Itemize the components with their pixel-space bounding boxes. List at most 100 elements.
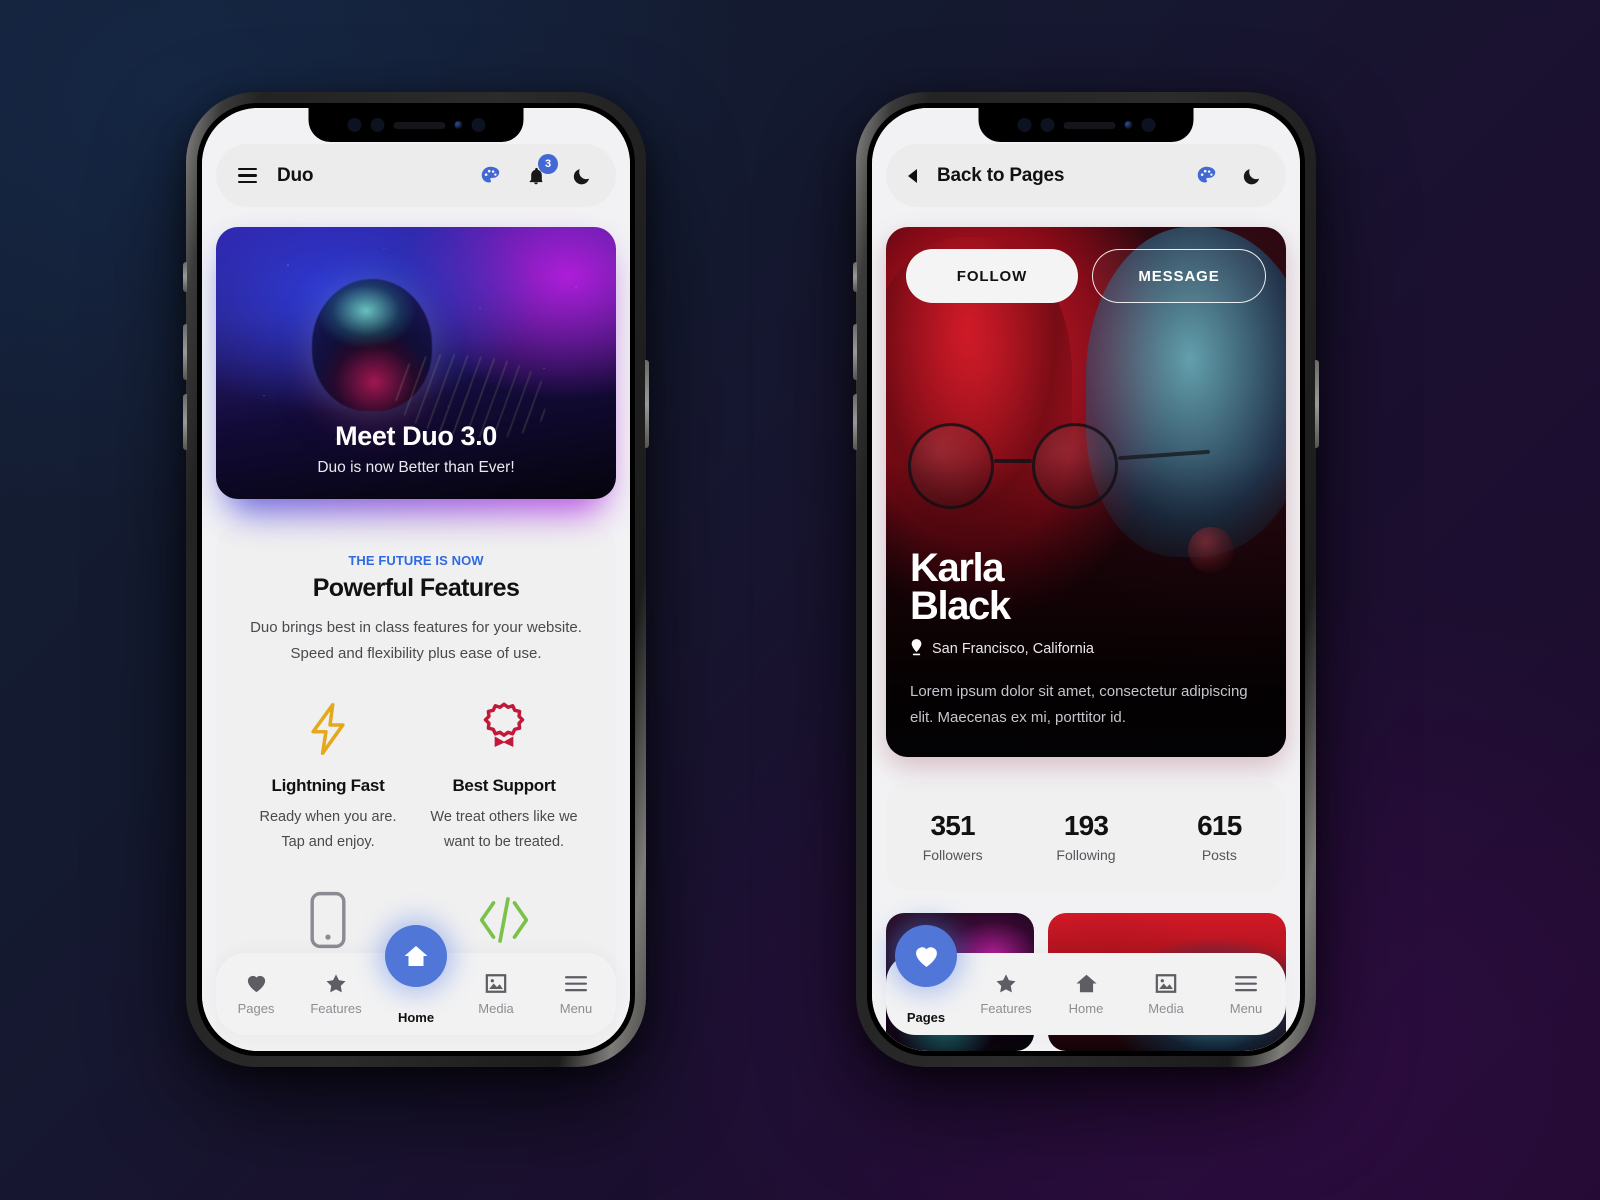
notification-badge: 3 — [538, 153, 558, 174]
award-badge-icon — [424, 698, 584, 760]
nav-item-media[interactable]: Media — [456, 972, 536, 1016]
moon-icon[interactable] — [1240, 164, 1264, 188]
nav-item-pages[interactable]: Pages — [886, 925, 966, 1035]
hero-card-container: Meet Duo 3.0 Duo is now Better than Ever… — [216, 227, 616, 513]
nav-label: Pages — [237, 1001, 275, 1016]
phone-device-left: Duo 3 Meet Duo 3.0 Duo is now Better tha… — [183, 92, 649, 1067]
profile-name-line1: Karla — [910, 545, 1004, 590]
hero-subtitle: Duo is now Better than Ever! — [317, 459, 515, 476]
front-camera-icon — [1124, 121, 1132, 129]
stat-label: Following — [1056, 846, 1116, 863]
message-button[interactable]: MESSAGE — [1092, 249, 1266, 303]
page-title: Duo — [277, 164, 314, 186]
nav-item-features[interactable]: Features — [296, 972, 376, 1016]
hamburger-icon — [565, 972, 587, 994]
nav-item-pages[interactable]: Pages — [216, 972, 296, 1016]
face-id-sensor-icon — [1141, 118, 1155, 132]
proximity-sensor-icon — [1017, 118, 1031, 132]
stat-value: 615 — [1197, 809, 1242, 841]
feature-desc: We treat others like we want to be treat… — [430, 808, 578, 850]
screen-right: Back to Pages FOLLOW MESSAGE Karla Black… — [872, 108, 1300, 1051]
front-camera-icon — [454, 121, 462, 129]
palette-icon[interactable] — [478, 164, 502, 188]
nav-label: Features — [310, 1001, 362, 1016]
back-arrow-icon[interactable] — [908, 168, 917, 183]
star-icon — [995, 972, 1017, 994]
nav-label: Menu — [1229, 1001, 1263, 1016]
device-notch-right — [978, 108, 1194, 142]
code-brackets-icon — [424, 889, 584, 951]
feature-item-best-support[interactable]: Best Support We treat others like we wan… — [416, 698, 592, 856]
nav-label: Menu — [559, 1001, 593, 1016]
hamburger-icon — [1235, 972, 1257, 994]
hamburger-icon[interactable] — [238, 168, 257, 183]
heart-icon — [246, 972, 267, 994]
feature-title: Best Support — [452, 775, 556, 795]
mobile-phone-icon — [248, 889, 408, 951]
app-bar-home: Duo 3 — [216, 144, 616, 207]
phone-bezel-right: Back to Pages FOLLOW MESSAGE Karla Black… — [867, 103, 1305, 1056]
nav-item-home[interactable]: Home — [376, 925, 456, 1035]
nav-item-media[interactable]: Media — [1126, 972, 1206, 1016]
nav-item-menu[interactable]: Menu — [1206, 972, 1286, 1016]
image-icon — [485, 972, 507, 994]
power-button[interactable] — [1315, 360, 1319, 448]
moon-icon[interactable] — [570, 164, 594, 188]
nav-item-features[interactable]: Features — [966, 972, 1046, 1016]
nav-item-menu[interactable]: Menu — [536, 972, 616, 1016]
ambient-sensor-icon — [1040, 118, 1054, 132]
bottom-nav-container-right: Pages Features Home Media Menu — [886, 925, 1286, 1035]
stat-label: Posts — [1201, 846, 1237, 863]
profile-action-buttons: FOLLOW MESSAGE — [906, 249, 1266, 303]
earpiece-speaker — [1063, 121, 1115, 129]
phone-device-right: Back to Pages FOLLOW MESSAGE Karla Black… — [853, 92, 1319, 1067]
jellyfish-icon — [312, 279, 432, 411]
nav-label: Home — [1068, 1001, 1104, 1016]
star-icon — [325, 972, 347, 994]
silent-switch[interactable] — [853, 262, 857, 292]
nav-label: Home — [397, 1010, 435, 1025]
bell-icon[interactable]: 3 — [524, 153, 558, 188]
stat-label: Followers — [922, 846, 983, 863]
location-pin-icon — [910, 638, 923, 660]
app-home-screen: Duo 3 Meet Duo 3.0 Duo is now Better tha… — [202, 108, 630, 1051]
bottom-nav-container-left: Pages Features Home Media Menu — [216, 925, 616, 1035]
follow-button[interactable]: FOLLOW — [906, 249, 1078, 303]
back-to-pages-label[interactable]: Back to Pages — [937, 165, 1064, 187]
profile-bio: Lorem ipsum dolor sit amet, consectetur … — [910, 682, 1248, 726]
feature-item-lightning-fast[interactable]: Lightning Fast Ready when you are. Tap a… — [240, 698, 416, 856]
feature-desc: Ready when you are. Tap and enjoy. — [259, 808, 397, 850]
stat-posts[interactable]: 615 Posts — [1153, 810, 1286, 863]
nav-label: Media — [478, 1001, 514, 1016]
nav-label: Media — [1148, 1001, 1184, 1016]
profile-hero-card: FOLLOW MESSAGE Karla Black San Francisco… — [886, 227, 1286, 757]
hero-card[interactable]: Meet Duo 3.0 Duo is now Better than Ever… — [216, 227, 616, 499]
palette-icon[interactable] — [1194, 164, 1218, 188]
appbar-actions — [1194, 164, 1264, 188]
features-kicker: THE FUTURE IS NOW — [348, 553, 484, 568]
app-bar-profile: Back to Pages — [886, 144, 1286, 207]
profile-name-line2: Black — [910, 584, 1011, 629]
hero-title: Meet Duo 3.0 — [335, 421, 497, 451]
home-fab-button[interactable] — [385, 925, 447, 987]
features-paragraph: Duo brings best in class features for yo… — [250, 619, 582, 663]
app-profile-screen: Back to Pages FOLLOW MESSAGE Karla Black… — [872, 108, 1300, 1051]
volume-up-button[interactable] — [853, 324, 857, 380]
volume-down-button[interactable] — [183, 394, 187, 450]
stat-value: 193 — [1063, 809, 1109, 841]
image-icon — [1155, 972, 1177, 994]
stat-followers[interactable]: 351 Followers — [886, 810, 1019, 863]
pages-fab-button[interactable] — [895, 925, 957, 987]
nav-label: Features — [980, 1001, 1032, 1016]
appbar-actions: 3 — [478, 153, 594, 188]
lightning-bolt-icon — [248, 698, 408, 760]
silent-switch[interactable] — [183, 262, 187, 292]
volume-up-button[interactable] — [183, 324, 187, 380]
phone-bezel-left: Duo 3 Meet Duo 3.0 Duo is now Better tha… — [197, 103, 635, 1056]
volume-down-button[interactable] — [853, 394, 857, 450]
home-icon — [1075, 972, 1098, 994]
stat-following[interactable]: 193 Following — [1019, 810, 1152, 863]
screen-left: Duo 3 Meet Duo 3.0 Duo is now Better tha… — [202, 108, 630, 1051]
nav-item-home[interactable]: Home — [1046, 972, 1126, 1016]
power-button[interactable] — [645, 360, 649, 448]
